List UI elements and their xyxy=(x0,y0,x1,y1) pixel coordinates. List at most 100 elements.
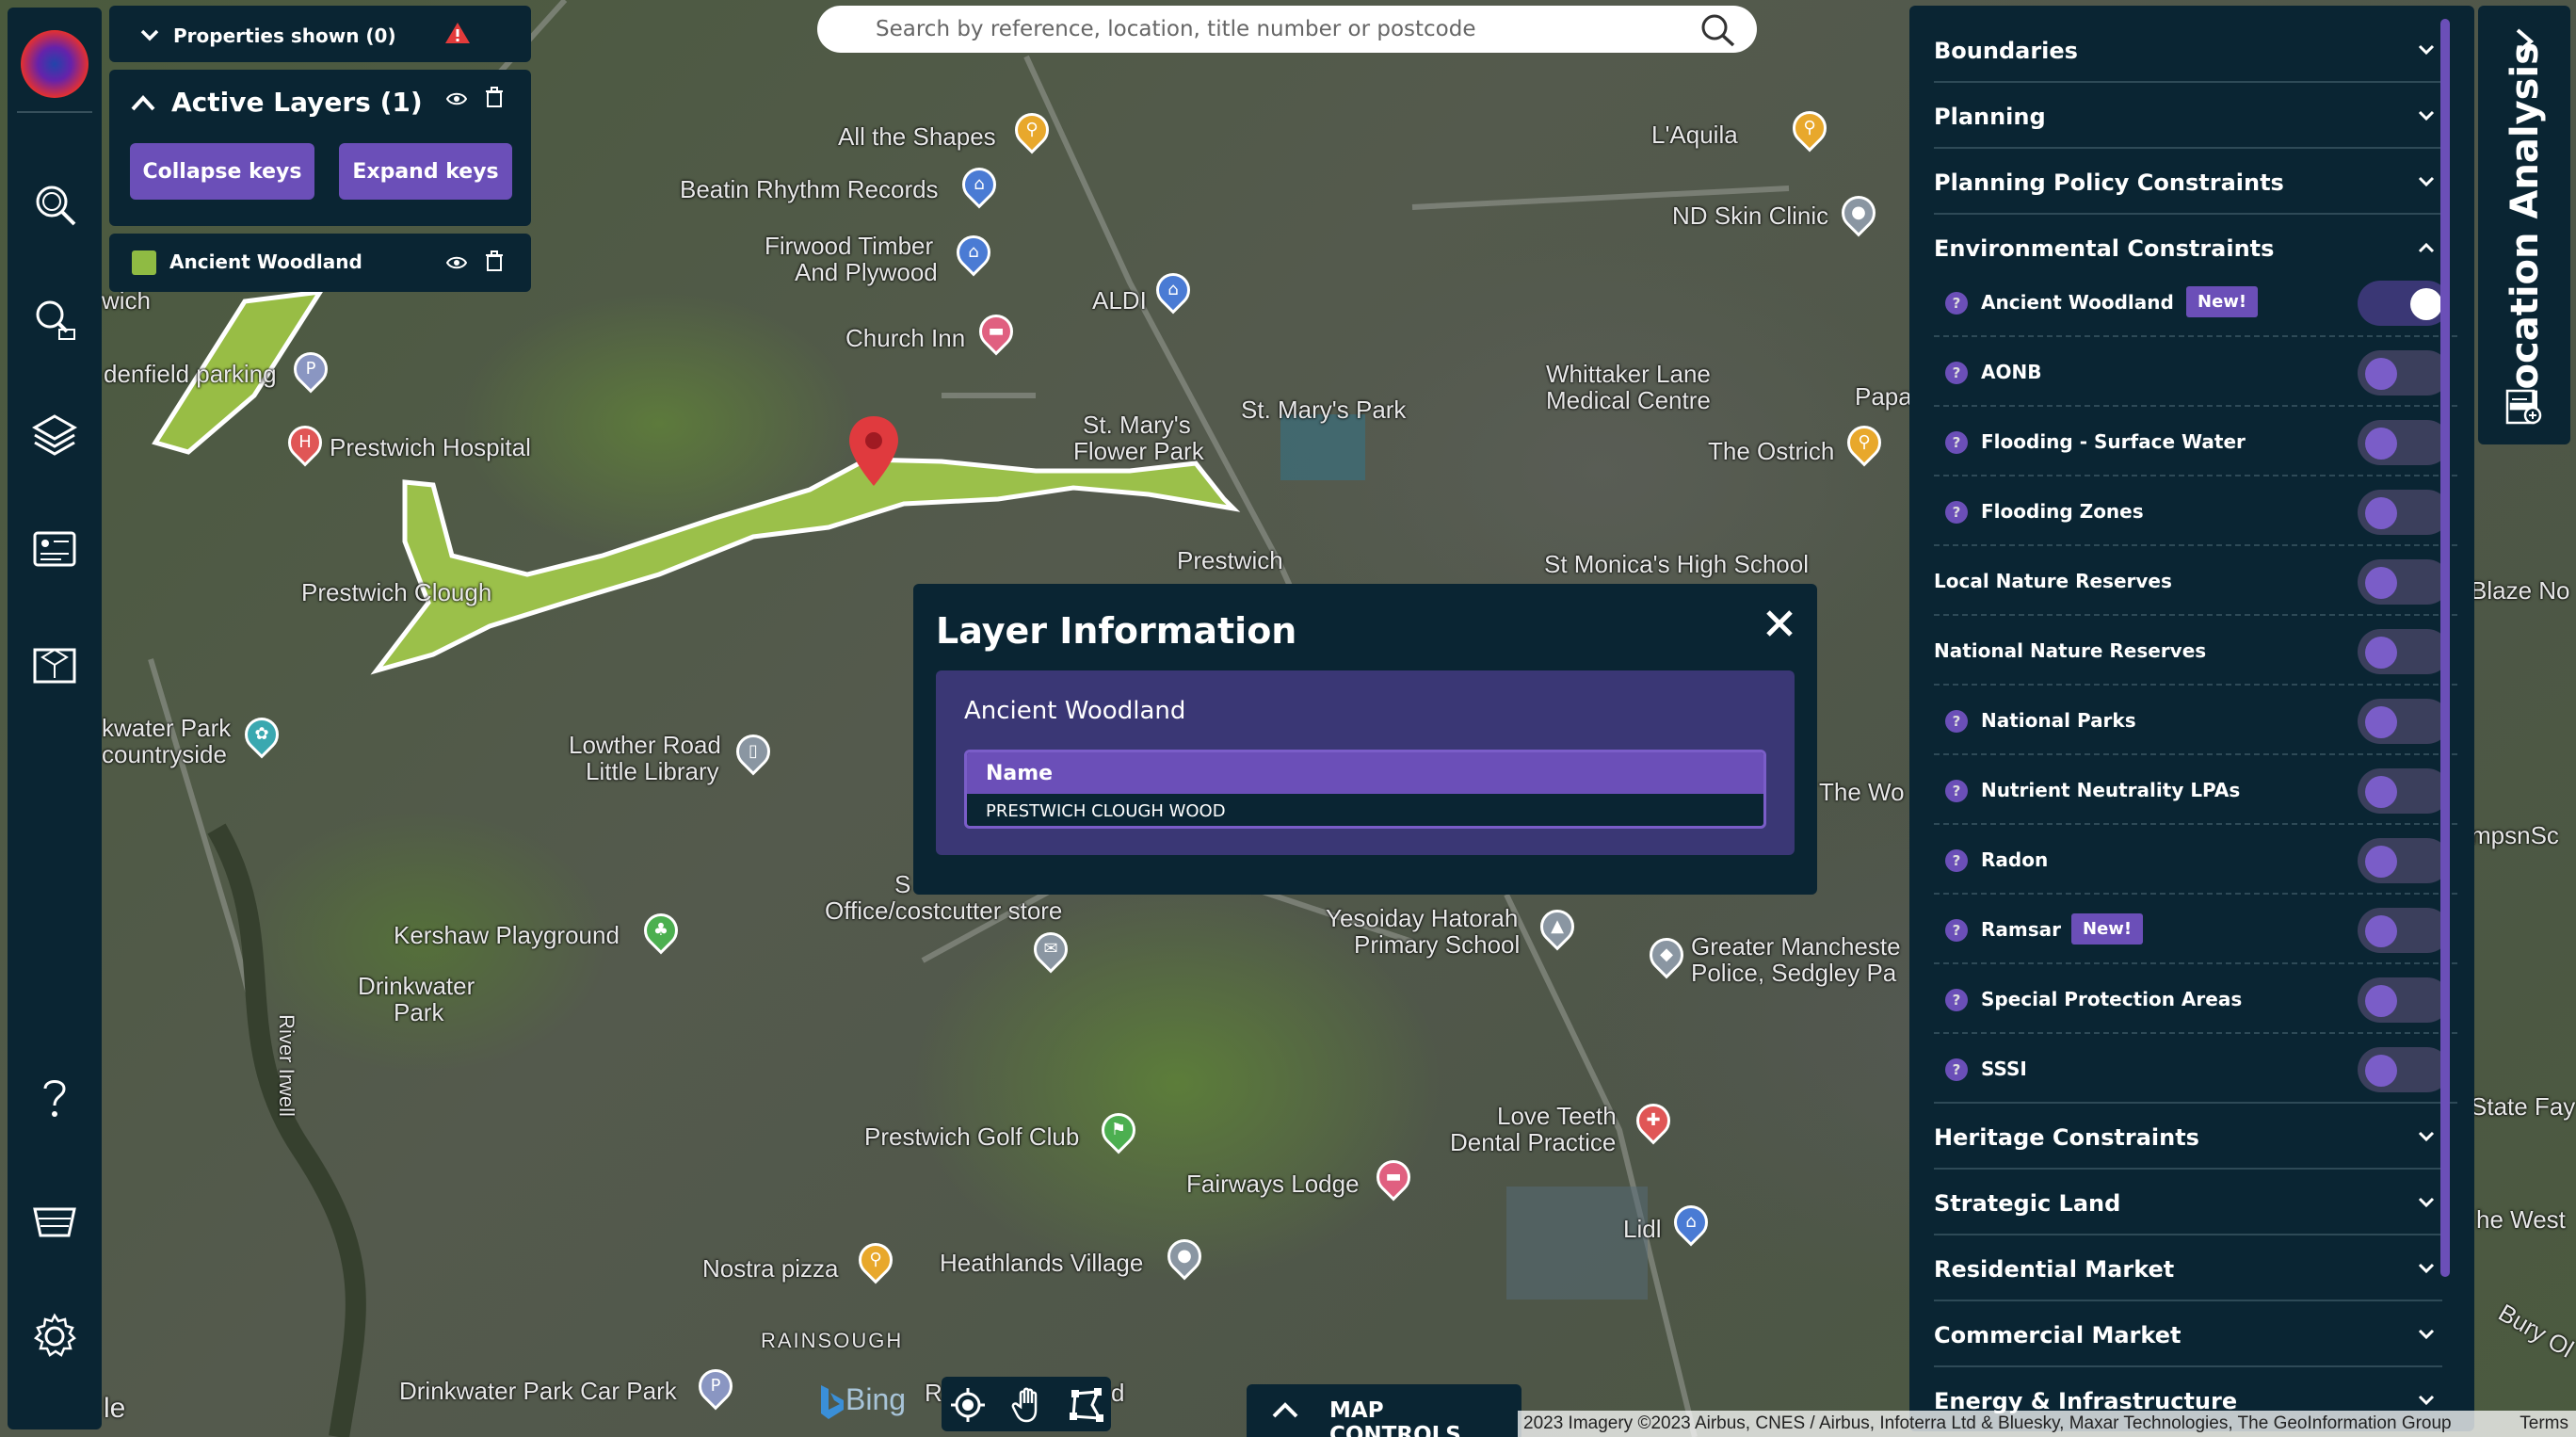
layer-item-label: National Nature Reserves xyxy=(1934,639,2207,662)
draw-polygon-icon[interactable] xyxy=(1068,1386,1105,1424)
trash-icon[interactable] xyxy=(484,250,505,271)
map-label: Drinkwater Park Car Park xyxy=(399,1377,677,1405)
layer-item-label: Ramsar xyxy=(1981,918,2061,941)
help-icon[interactable] xyxy=(31,1074,78,1121)
layer-toggle[interactable] xyxy=(2358,977,2450,1023)
new-badge: New! xyxy=(2071,913,2144,945)
basket-icon[interactable] xyxy=(31,1194,78,1241)
map-label: Fairways Lodge xyxy=(1186,1170,1360,1198)
help-icon[interactable]: ? xyxy=(1945,292,1968,315)
layer-toggle[interactable] xyxy=(2358,908,2450,953)
category-planning[interactable]: Planning xyxy=(1934,83,2442,149)
expand-keys-button[interactable]: Expand keys xyxy=(339,143,512,200)
help-icon[interactable]: ? xyxy=(1945,362,1968,384)
category-planning-policy-constraints[interactable]: Planning Policy Constraints xyxy=(1934,149,2442,215)
map-label: St. Mary's Park xyxy=(1241,396,1407,424)
pan-hand-icon[interactable] xyxy=(1009,1386,1047,1424)
layer-item-label: SSSI xyxy=(1981,1058,2027,1080)
app-logo-icon[interactable] xyxy=(21,30,89,98)
category-heritage-constraints[interactable]: Heritage Constraints xyxy=(1934,1104,2442,1170)
eye-icon[interactable] xyxy=(446,252,467,273)
properties-shown-label: Properties shown (0) xyxy=(173,24,396,47)
layer-item-label: AONB xyxy=(1981,361,2042,383)
terms-link[interactable]: Terms xyxy=(2520,1413,2568,1434)
map-label: Primary School xyxy=(1354,930,1521,959)
layers-list-panel: Boundaries Planning Planning Policy Cons… xyxy=(1909,6,2474,1431)
layer-toggle[interactable] xyxy=(2358,490,2450,535)
category-strategic-land[interactable]: Strategic Land xyxy=(1934,1170,2442,1235)
layer-toggle[interactable] xyxy=(2358,629,2450,674)
layer-toggle[interactable] xyxy=(2358,1047,2450,1092)
report-icon[interactable] xyxy=(2504,388,2544,428)
eye-icon[interactable] xyxy=(446,89,467,109)
chevron-up-icon[interactable] xyxy=(130,92,156,115)
help-icon[interactable]: ? xyxy=(1945,919,1968,942)
map-label: State Fay xyxy=(2471,1092,2576,1121)
map-label: mpsnSc xyxy=(2471,821,2559,849)
map-label: le xyxy=(104,1393,126,1424)
category-commercial-market[interactable]: Commercial Market xyxy=(1934,1301,2442,1367)
attribution-text: 2023 Imagery ©2023 Airbus, CNES / Airbus… xyxy=(1523,1413,2452,1433)
map-controls-toggle[interactable]: MAP CONTROLS xyxy=(1247,1384,1521,1437)
layer-toggle[interactable] xyxy=(2358,350,2450,396)
help-icon[interactable]: ? xyxy=(1945,989,1968,1011)
collapse-keys-button[interactable]: Collapse keys xyxy=(130,143,314,200)
help-icon[interactable]: ? xyxy=(1945,710,1968,733)
map-label: Greater Mancheste xyxy=(1691,932,1901,961)
search-input[interactable] xyxy=(876,13,1657,45)
help-icon[interactable]: ? xyxy=(1945,780,1968,802)
help-icon[interactable]: ? xyxy=(1945,1058,1968,1081)
layer-toggle[interactable] xyxy=(2358,838,2450,883)
map-label: ND Skin Clinic xyxy=(1672,202,1829,230)
map-book-icon[interactable] xyxy=(31,640,78,687)
category-label: Residential Market xyxy=(1934,1256,2175,1283)
active-layers-panel: Active Layers (1) Collapse keys Expand k… xyxy=(109,70,531,226)
layer-item-special-protection-areas: ? Special Protection Areas xyxy=(1934,964,2457,1034)
chevron-down-icon xyxy=(2418,1197,2435,1208)
active-layers-title: Active Layers (1) xyxy=(171,87,423,118)
bing-logo: Bing xyxy=(817,1382,923,1428)
area-search-icon[interactable] xyxy=(31,296,78,343)
map-label: Flower Park xyxy=(1073,437,1204,465)
gear-icon[interactable] xyxy=(31,1313,78,1360)
locate-icon[interactable] xyxy=(949,1386,987,1424)
layer-item-label: Radon xyxy=(1981,848,2049,871)
layer-toggle[interactable] xyxy=(2358,699,2450,744)
map-label: Firwood Timber xyxy=(765,232,934,260)
dashboard-icon[interactable] xyxy=(31,527,78,574)
layer-item-ramsar: ? Ramsar New! xyxy=(1934,895,2457,964)
layer-item-flooding-zones: ? Flooding Zones xyxy=(1934,476,2457,546)
search-icon[interactable] xyxy=(31,181,78,228)
location-marker-icon[interactable] xyxy=(845,414,902,490)
category-residential-market[interactable]: Residential Market xyxy=(1934,1235,2442,1301)
location-analysis-tab[interactable]: Location Analysis xyxy=(2478,6,2570,444)
layers-icon[interactable] xyxy=(31,411,78,458)
map-label: Heathlands Village xyxy=(940,1249,1144,1277)
help-icon[interactable]: ? xyxy=(1945,431,1968,454)
category-label: Strategic Land xyxy=(1934,1190,2121,1217)
layer-item-flooding-surface-water: ? Flooding - Surface Water xyxy=(1934,407,2457,476)
trash-icon[interactable] xyxy=(484,87,505,107)
active-layer-row: Ancient Woodland xyxy=(109,234,531,292)
category-boundaries[interactable]: Boundaries xyxy=(1934,17,2442,83)
chevron-down-icon[interactable] xyxy=(139,24,160,45)
layer-item-label: Special Protection Areas xyxy=(1981,988,2243,1010)
map-label: Beatin Rhythm Records xyxy=(680,175,939,203)
layer-information-modal: Layer Information Ancient Woodland Name … xyxy=(913,584,1817,895)
map-label: L'Aquila xyxy=(1651,121,1738,149)
map-label: RAINSOUGH xyxy=(761,1329,904,1352)
help-icon[interactable]: ? xyxy=(1945,501,1968,524)
layer-toggle[interactable] xyxy=(2358,281,2450,326)
category-label: Planning xyxy=(1934,104,2046,130)
search-icon[interactable] xyxy=(1700,13,1736,47)
layer-toggle[interactable] xyxy=(2358,420,2450,465)
search-bar xyxy=(817,6,1757,53)
layer-toggle[interactable] xyxy=(2358,768,2450,814)
chevron-up-icon xyxy=(1272,1402,1298,1418)
layer-toggle[interactable] xyxy=(2358,559,2450,605)
map-label: d xyxy=(1111,1379,1125,1407)
layers-panel-scrollbar[interactable] xyxy=(2440,19,2450,1277)
chevron-down-icon xyxy=(2418,1395,2435,1406)
close-icon[interactable] xyxy=(1764,608,1795,638)
help-icon[interactable]: ? xyxy=(1945,849,1968,872)
